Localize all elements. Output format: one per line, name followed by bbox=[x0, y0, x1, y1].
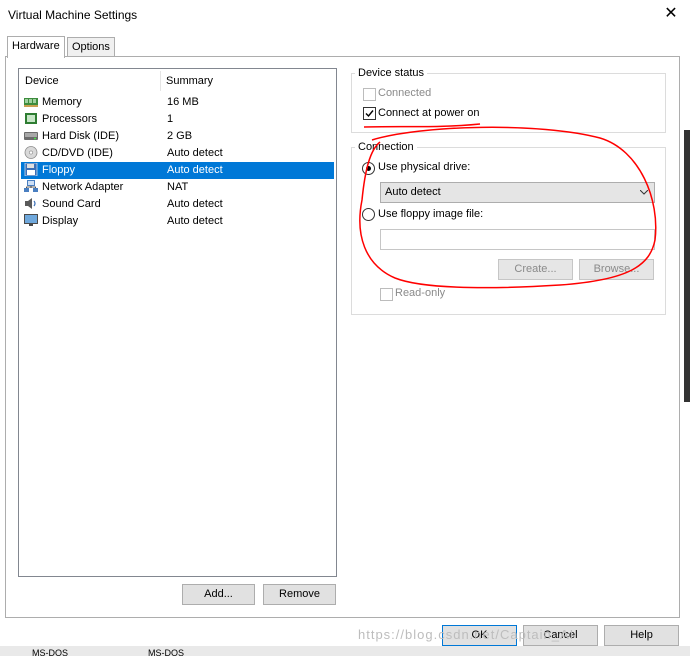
help-button[interactable]: Help bbox=[604, 625, 679, 646]
background-taskbar bbox=[0, 646, 690, 656]
annotation-underline bbox=[363, 123, 481, 128]
watermark-text: https://blog.csdn.net/Captain_AI bbox=[358, 627, 575, 642]
tab-hardware[interactable]: Hardware bbox=[7, 36, 65, 58]
red-annotation-overlay bbox=[359, 123, 657, 289]
background-task-2: MS-DOS bbox=[148, 648, 184, 656]
annotation-circle bbox=[359, 126, 657, 289]
tab-hardware-label: Hardware bbox=[12, 40, 60, 52]
background-task-1: MS-DOS bbox=[32, 648, 68, 656]
